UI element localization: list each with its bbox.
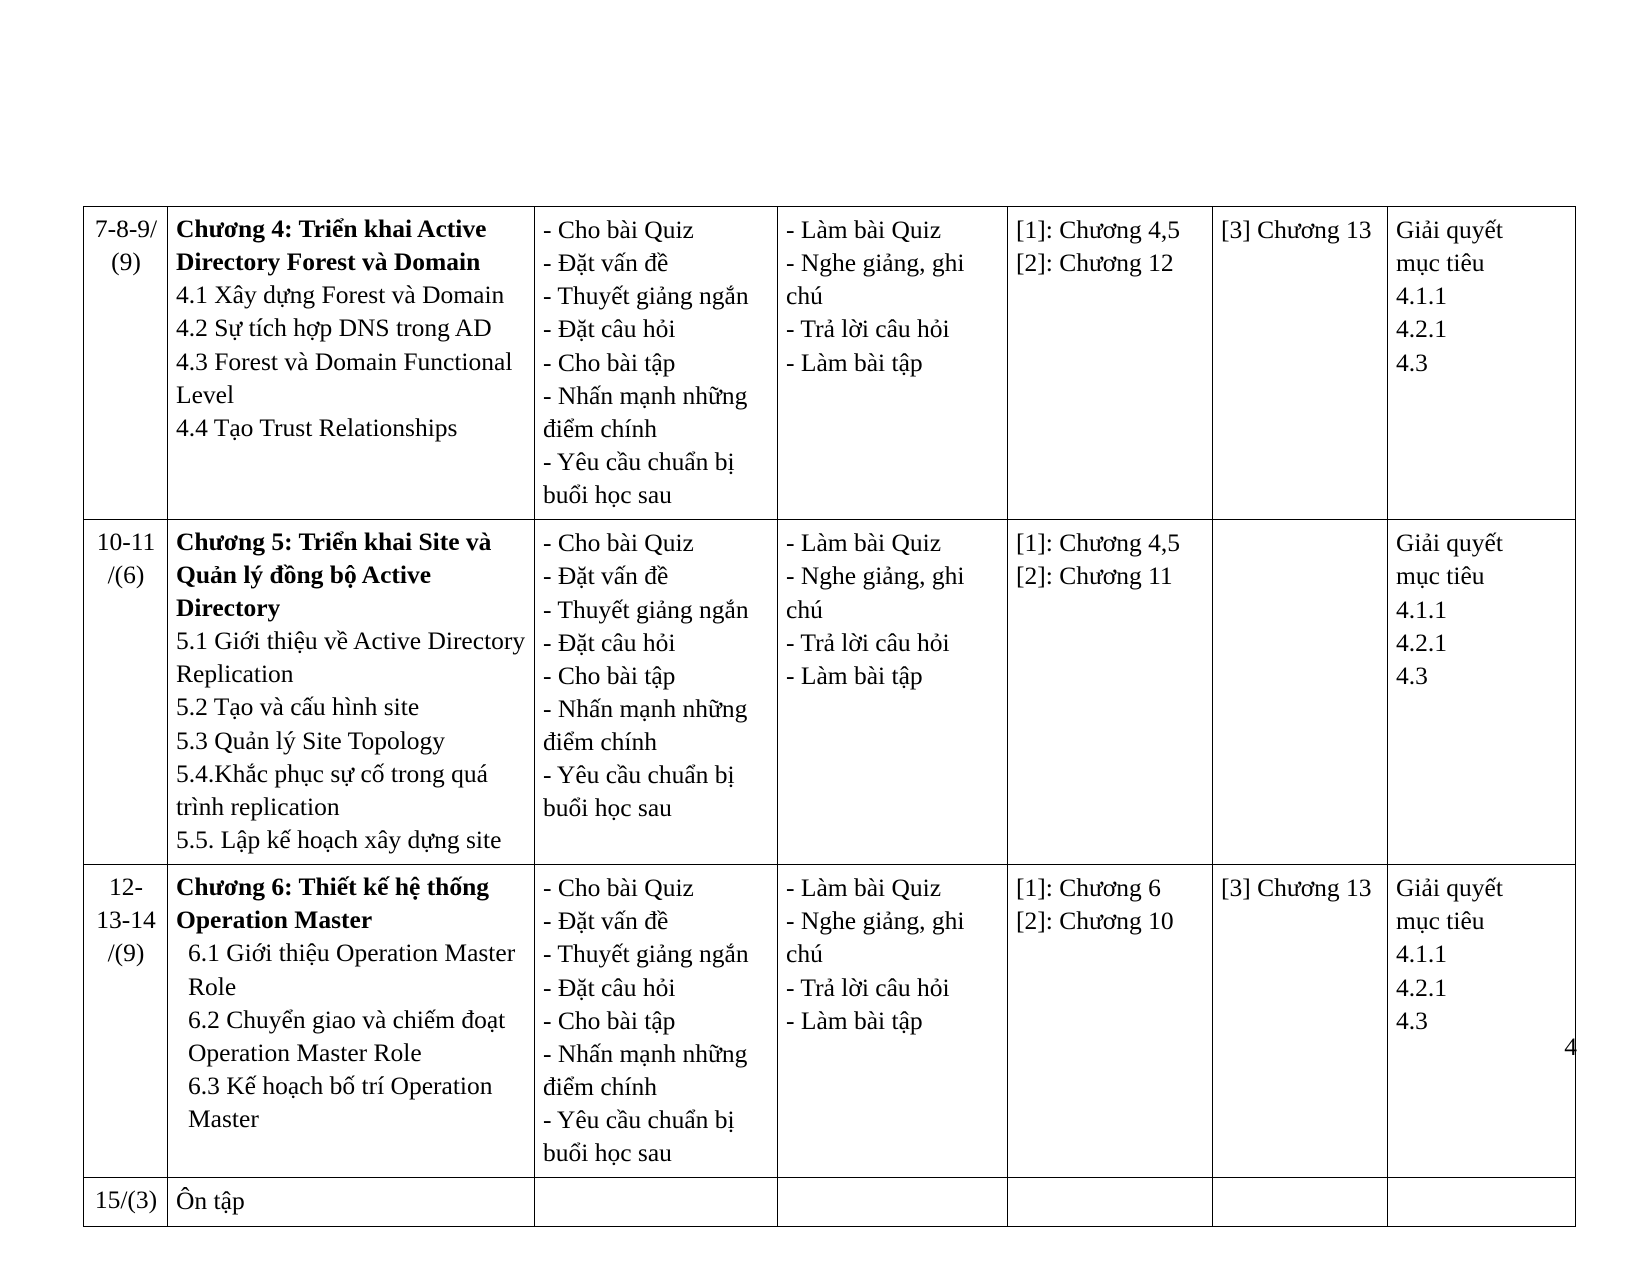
chapter-heading: Chương 5: Triển khai Site và Quản lý đồn…	[176, 527, 492, 622]
other-references-text: [3] Chương 13	[1221, 215, 1372, 244]
other-references-text: [3] Chương 13	[1221, 873, 1372, 903]
chapter-heading: Chương 4: Triển khai Active Directory Fo…	[176, 214, 487, 276]
table-row: 10-11 /(6) Chương 5: Triển khai Site và …	[83, 519, 1576, 866]
student-activities-list: - Làm bài Quiz - Nghe giảng, ghi chú - T…	[786, 873, 965, 1035]
teacher-activities-cell: - Cho bài Quiz - Đặt vấn đề - Thuyết giả…	[534, 864, 778, 1179]
goals-cell: Giải quyết mục tiêu 4.1.1 4.2.1 4.3	[1387, 864, 1576, 1179]
table-row: 12- 13-14 /(9) Chương 6: Thiết kế hệ thố…	[83, 864, 1576, 1179]
document-page: 7-8-9/ (9) Chương 4: Triển khai Active D…	[0, 0, 1649, 1274]
chapter-items: 4.1 Xây dựng Forest và Domain 4.2 Sự tíc…	[176, 280, 513, 442]
student-activities-list: - Làm bài Quiz - Nghe giảng, ghi chú - T…	[786, 528, 965, 690]
content-cell: Ôn tập	[167, 1177, 535, 1227]
chapter-heading: Chương 6: Thiết kế hệ thống Operation Ma…	[176, 872, 490, 934]
main-references-cell: [1]: Chương 4,5 [2]: Chương 12	[1007, 205, 1213, 521]
student-activities-cell	[777, 1177, 1008, 1227]
chapter-items: Ôn tập	[176, 1186, 245, 1216]
goals-text: Giải quyết mục tiêu 4.1.1 4.2.1 4.3	[1396, 873, 1503, 1035]
main-references-text: [1]: Chương 6 [2]: Chương 10	[1016, 873, 1174, 936]
student-activities-cell: - Làm bài Quiz - Nghe giảng, ghi chú - T…	[777, 519, 1008, 866]
student-activities-cell: - Làm bài Quiz - Nghe giảng, ghi chú - T…	[777, 864, 1008, 1179]
student-activities-cell: - Làm bài Quiz - Nghe giảng, ghi chú - T…	[777, 205, 1008, 521]
week-cell: 7-8-9/ (9)	[83, 205, 168, 521]
teacher-activities-list: - Cho bài Quiz - Đặt vấn đề - Thuyết giả…	[543, 215, 749, 510]
teacher-activities-cell: - Cho bài Quiz - Đặt vấn đề - Thuyết giả…	[534, 519, 778, 866]
other-references-cell	[1212, 519, 1388, 866]
goals-cell: Giải quyết mục tiêu 4.1.1 4.2.1 4.3	[1387, 205, 1576, 521]
student-activities-list: - Làm bài Quiz - Nghe giảng, ghi chú - T…	[786, 215, 965, 377]
goals-cell	[1387, 1177, 1576, 1227]
week-cell: 10-11 /(6)	[83, 519, 168, 866]
main-references-cell: [1]: Chương 4,5 [2]: Chương 11	[1007, 519, 1213, 866]
goals-text: Giải quyết mục tiêu 4.1.1 4.2.1 4.3	[1396, 215, 1503, 377]
table-row: 7-8-9/ (9) Chương 4: Triển khai Active D…	[83, 205, 1576, 521]
chapter-items: 5.1 Giới thiệu về Active Directory Repli…	[176, 626, 526, 854]
main-references-text: [1]: Chương 4,5 [2]: Chương 12	[1016, 215, 1181, 278]
content-cell: Chương 6: Thiết kế hệ thống Operation Ma…	[167, 864, 535, 1179]
other-references-cell: [3] Chương 13	[1212, 205, 1388, 521]
teacher-activities-list: - Cho bài Quiz - Đặt vấn đề - Thuyết giả…	[543, 528, 749, 823]
chapter-items: 6.1 Giới thiệu Operation Master Role 6.2…	[188, 938, 516, 1134]
teacher-activities-cell: - Cho bài Quiz - Đặt vấn đề - Thuyết giả…	[534, 205, 778, 521]
page-number: 4	[1564, 1032, 1577, 1061]
teacher-activities-list: - Cho bài Quiz - Đặt vấn đề - Thuyết giả…	[543, 873, 749, 1168]
goals-cell: Giải quyết mục tiêu 4.1.1 4.2.1 4.3	[1387, 519, 1576, 866]
week-cell: 12- 13-14 /(9)	[83, 864, 168, 1179]
content-cell: Chương 4: Triển khai Active Directory Fo…	[167, 205, 535, 521]
teacher-activities-cell	[534, 1177, 778, 1227]
main-references-text: [1]: Chương 4,5 [2]: Chương 11	[1016, 528, 1181, 591]
other-references-cell: [3] Chương 13	[1212, 864, 1388, 1179]
other-references-cell	[1212, 1177, 1388, 1227]
course-schedule-table: 7-8-9/ (9) Chương 4: Triển khai Active D…	[83, 205, 1576, 1227]
table-row: 15/(3) Ôn tập	[83, 1177, 1576, 1227]
main-references-cell	[1007, 1177, 1213, 1227]
week-cell: 15/(3)	[83, 1177, 168, 1227]
main-references-cell: [1]: Chương 6 [2]: Chương 10	[1007, 864, 1213, 1179]
goals-text: Giải quyết mục tiêu 4.1.1 4.2.1 4.3	[1396, 528, 1503, 690]
course-schedule-table-wrapper: 7-8-9/ (9) Chương 4: Triển khai Active D…	[83, 205, 1576, 1227]
content-cell: Chương 5: Triển khai Site và Quản lý đồn…	[167, 519, 535, 866]
